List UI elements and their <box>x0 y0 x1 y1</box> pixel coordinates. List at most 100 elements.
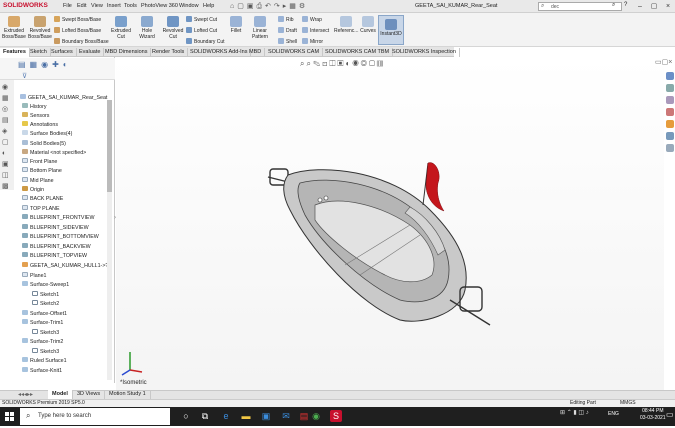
task-view-icon[interactable]: ⧉ <box>199 410 211 422</box>
office-icon[interactable]: ▤ <box>298 410 310 422</box>
tree-item-sensors[interactable]: Sensors <box>22 112 49 120</box>
revolved-cut-button[interactable]: Revolved Cut <box>161 16 185 40</box>
system-tray-icons[interactable]: ⊞ ⌃ ▮ ◫ ♪ <box>560 409 589 416</box>
edge-icon[interactable]: e <box>220 410 232 422</box>
tab-motion-study-1[interactable]: Motion Study 1 <box>105 390 151 399</box>
tree-item-sketch3[interactable]: Sketch3 <box>32 329 59 337</box>
custom-properties-icon[interactable] <box>666 132 674 140</box>
tree-item-annotations[interactable]: Annotations <box>22 121 58 129</box>
tab-3d-views[interactable]: 3D Views <box>73 390 106 399</box>
tree-item-solid-bodies[interactable]: Solid Bodies(5) <box>22 140 66 148</box>
tab-solidworks-inspection[interactable]: SOLIDWORKS Inspection <box>389 48 460 57</box>
status-units[interactable]: MMGS <box>620 400 636 406</box>
forum-icon[interactable] <box>666 144 674 152</box>
intersect-button[interactable]: Intersect <box>302 27 329 34</box>
maximize-button[interactable]: ▢ <box>647 1 661 12</box>
tab-scroll-arrows[interactable]: ◂◂◂▸▸ <box>18 391 33 398</box>
tree-item-ruled-surface1[interactable]: Ruled Surface1 <box>22 357 67 365</box>
extruded-boss-button[interactable]: Extruded Boss/Base <box>2 16 26 40</box>
tree-item-blueprint-frontview[interactable]: BLUEPRINT_FRONTVIEW <box>22 214 94 222</box>
filter-icon[interactable]: ⊽ <box>22 72 27 80</box>
swept-cut-button[interactable]: Swept Cut <box>186 16 217 23</box>
tree-item-sketch1[interactable]: Sketch1 <box>32 291 59 299</box>
tab-solidworks-cam[interactable]: SOLIDWORKS CAM <box>265 48 324 57</box>
tree-item-origin[interactable]: Origin <box>22 186 44 194</box>
tree-item-bottom-plane[interactable]: Bottom Plane <box>22 167 62 175</box>
menu-tools[interactable]: Tools <box>124 3 137 9</box>
tree-root[interactable]: GEETA_SAI_KUMAR_Rear_Seat <box>20 94 107 102</box>
menu-window[interactable]: Window <box>179 3 199 9</box>
extruded-cut-button[interactable]: Extruded Cut <box>109 16 133 40</box>
tree-item-sketch2[interactable]: Sketch2 <box>32 300 59 308</box>
tree-item-blueprint-bottomview[interactable]: BLUEPRINT_BOTTOMVIEW <box>22 233 99 241</box>
tab-mbd-dimensions[interactable]: MBD Dimensions <box>102 48 152 57</box>
start-button[interactable] <box>0 407 20 426</box>
fillet-button[interactable]: Fillet <box>228 16 244 34</box>
menu-photoview[interactable]: PhotoView 360 <box>141 3 178 9</box>
lofted-cut-button[interactable]: Lofted Cut <box>186 27 217 34</box>
tab-surfaces[interactable]: Surfaces <box>48 48 77 57</box>
tree-item-front-plane[interactable]: Front Plane <box>22 158 57 166</box>
file-explorer-icon[interactable] <box>666 96 674 104</box>
wrap-button[interactable]: Wrap <box>302 16 322 23</box>
notification-icon[interactable]: ▭ <box>666 410 674 419</box>
tree-item-history[interactable]: History <box>22 103 46 111</box>
view-palette-icon[interactable] <box>666 108 674 116</box>
tab-solidworks-cam-tbm[interactable]: SOLIDWORKS CAM TBM <box>322 48 394 57</box>
rib-button[interactable]: Rib <box>278 16 294 23</box>
file-explorer-taskbar-icon[interactable]: ▬ <box>240 410 252 422</box>
tree-item-blueprint-topview[interactable]: BLUEPRINT_TOPVIEW <box>22 252 87 260</box>
language-indicator[interactable]: ENG <box>608 411 619 417</box>
tree-item-sketch3-b[interactable]: Sketch3 <box>32 348 59 356</box>
tab-render-tools[interactable]: Render Tools <box>149 48 189 57</box>
linear-pattern-button[interactable]: Linear Pattern <box>245 16 275 40</box>
tab-features[interactable]: Features <box>0 48 30 57</box>
solidworks-logo[interactable]: SOLIDWORKS <box>3 2 48 9</box>
menu-help[interactable]: Help <box>203 3 214 9</box>
tree-item-top-plane[interactable]: TOP PLANE <box>22 205 60 213</box>
viewport-window-controls[interactable]: ▭▢× <box>655 58 672 66</box>
rear-seat-model[interactable] <box>260 155 500 335</box>
store-icon[interactable]: ▣ <box>260 410 272 422</box>
curves-button[interactable]: Curves <box>358 16 378 34</box>
tree-item-material[interactable]: Material <not specified> <box>22 149 86 157</box>
search-input[interactable]: dec <box>538 2 622 11</box>
cortana-icon[interactable]: ○ <box>180 410 192 422</box>
tree-scrollbar-thumb[interactable] <box>107 100 112 192</box>
help-icon[interactable]: ? <box>624 2 627 8</box>
menu-view[interactable]: View <box>91 3 103 9</box>
tab-solidworks-addins[interactable]: SOLIDWORKS Add-Ins <box>187 48 252 57</box>
shell-button[interactable]: Shell <box>278 38 297 45</box>
mirror-button[interactable]: Mirror <box>302 38 323 45</box>
boundary-boss-button[interactable]: Boundary Boss/Base <box>54 38 109 45</box>
taskbar-search-input[interactable]: Type here to search <box>20 408 170 425</box>
swept-boss-button[interactable]: Swept Boss/Base <box>54 16 101 23</box>
menu-insert[interactable]: Insert <box>107 3 121 9</box>
tree-item-blueprint-backview[interactable]: BLUEPRINT_BACKVIEW <box>22 243 91 251</box>
design-library-icon[interactable] <box>666 84 674 92</box>
draft-button[interactable]: Draft <box>278 27 297 34</box>
close-button[interactable]: × <box>661 1 675 12</box>
tree-item-surface-bodies[interactable]: Surface Bodies(4) <box>22 130 72 138</box>
tree-item-surface-sweep1[interactable]: Surface-Sweep1 <box>22 281 69 289</box>
tree-item-surface-offset1[interactable]: Surface-Offset1 <box>22 310 67 318</box>
heads-up-view-toolbar[interactable]: ⌕⌕✎⊡◫▣◐◉◎▢▥ <box>300 59 385 69</box>
boundary-cut-button[interactable]: Boundary Cut <box>186 38 225 45</box>
quick-access-icons[interactable]: ⌂▢▣⎙↶↷▸▦⚙ <box>230 2 308 11</box>
tree-item-surface-trim1[interactable]: Surface-Trim1 <box>22 319 63 327</box>
tab-evaluate[interactable]: Evaluate <box>76 48 105 57</box>
tree-item-surface-knit1[interactable]: Surface-Knit1 <box>22 367 62 375</box>
instant3d-button[interactable]: Instant3D <box>378 15 404 45</box>
revolved-boss-button[interactable]: Revolved Boss/Base <box>28 16 52 40</box>
menu-edit[interactable]: Edit <box>77 3 86 9</box>
search-go-icon[interactable]: ⌕ <box>612 2 615 9</box>
tab-model[interactable]: Model <box>48 390 73 399</box>
tree-item-surface-trim2[interactable]: Surface-Trim2 <box>22 338 63 346</box>
menu-file[interactable]: File <box>63 3 72 9</box>
tree-item-hull-reference[interactable]: GEETA_SAI_KUMAR_HULL1->? <box>22 262 108 270</box>
tree-item-back-plane[interactable]: BACK PLANE <box>22 195 63 203</box>
reference-geometry-button[interactable]: Referenc... <box>334 16 358 34</box>
minimize-button[interactable]: – <box>633 1 647 12</box>
lofted-boss-button[interactable]: Lofted Boss/Base <box>54 27 101 34</box>
tree-item-blueprint-sideview[interactable]: BLUEPRINT_SIDEVIEW <box>22 224 89 232</box>
